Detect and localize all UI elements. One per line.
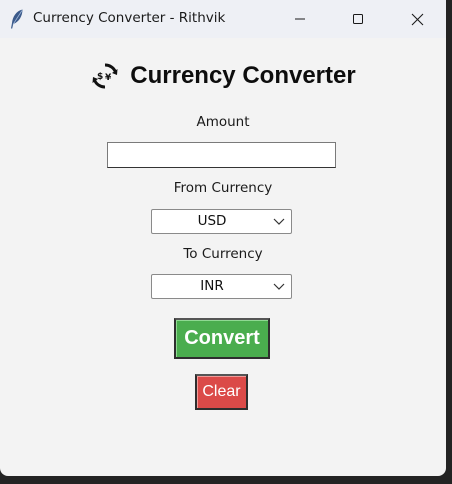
page-heading: $ ¥ Currency Converter [0,60,446,92]
convert-button[interactable]: Convert [174,318,270,359]
from-currency-select[interactable]: USD [151,209,292,234]
maximize-icon [353,14,363,24]
feather-icon [10,9,24,29]
chevron-down-icon [273,283,285,290]
from-currency-label: From Currency [173,180,273,196]
chevron-down-icon [273,218,285,225]
currency-exchange-icon: $ ¥ [90,61,120,91]
page-title: Currency Converter [130,62,356,89]
from-currency-value: USD [197,213,227,229]
svg-text:¥: ¥ [105,73,112,83]
title-bar[interactable]: Currency Converter - Rithvik [0,0,446,38]
to-currency-select[interactable]: INR [151,274,292,299]
minimize-icon [295,18,305,20]
close-button[interactable] [388,0,446,38]
app-window: Currency Converter - Rithvik $ ¥ Currenc… [0,0,446,476]
to-currency-value: INR [200,278,224,294]
close-icon [411,13,423,25]
amount-label: Amount [196,114,250,130]
window-title: Currency Converter - Rithvik [33,10,226,26]
svg-text:$: $ [97,72,103,82]
to-currency-label: To Currency [183,246,263,262]
maximize-button[interactable] [329,0,387,38]
clear-button[interactable]: Clear [195,374,248,410]
amount-input[interactable] [107,142,336,168]
minimize-button[interactable] [271,0,329,38]
